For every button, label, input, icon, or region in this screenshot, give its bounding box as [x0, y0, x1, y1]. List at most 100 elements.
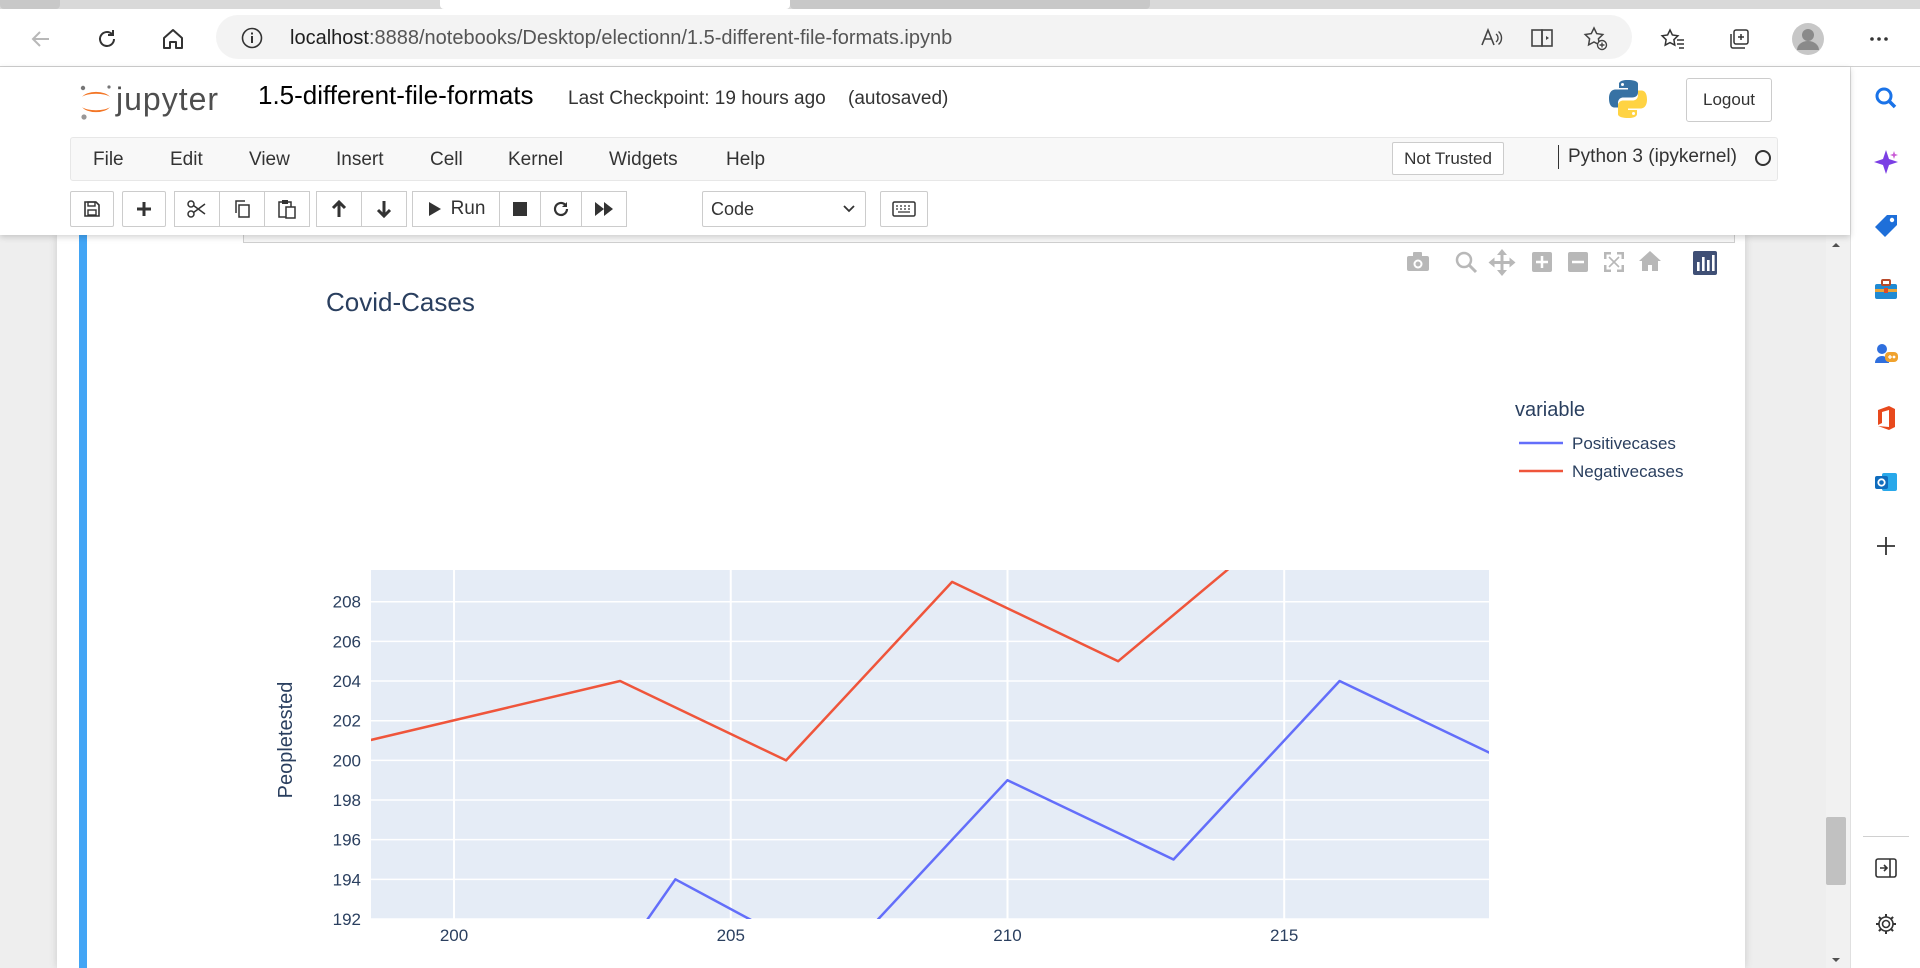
favorite-add-icon[interactable] — [1582, 25, 1608, 51]
favorites-icon[interactable] — [1656, 22, 1690, 56]
y-tick-label: 192 — [333, 910, 361, 929]
zoom-icon[interactable] — [1455, 251, 1478, 274]
fast-forward-button[interactable] — [581, 191, 627, 227]
zoom-in-icon[interactable] — [1532, 252, 1552, 272]
insert-cell-button[interactable] — [122, 191, 166, 227]
menu-bar: File Edit View Insert Cell Kernel Widget… — [70, 137, 1778, 181]
notebook-panel: Covid-Cases 192 194 196 198 200 202 204 206 208 2… — [57, 235, 1745, 968]
y-tick-label: 198 — [333, 791, 361, 810]
legend-item-positive[interactable]: Positivecases — [1519, 434, 1676, 453]
sidebar-settings-gear-icon[interactable] — [1871, 909, 1901, 939]
profile-avatar[interactable] — [1791, 22, 1825, 56]
interrupt-button[interactable] — [499, 191, 541, 227]
site-info-icon[interactable] — [240, 26, 264, 55]
y-tick-label: 196 — [333, 831, 361, 850]
scrollbar-thumb[interactable] — [1826, 817, 1846, 885]
office-icon[interactable] — [1871, 403, 1901, 433]
shopping-tag-icon[interactable] — [1871, 211, 1901, 241]
scroll-down-icon[interactable] — [1826, 954, 1846, 966]
plotly-logo-icon[interactable] — [1693, 251, 1717, 275]
notebook-name[interactable]: 1.5-different-file-formats — [258, 80, 534, 111]
collections-icon[interactable] — [1722, 22, 1756, 56]
camera-icon[interactable] — [1407, 252, 1429, 271]
plotly-chart[interactable]: Covid-Cases 192 194 196 198 200 202 204 206 208 2… — [57, 235, 1745, 968]
move-up-button[interactable] — [316, 191, 362, 227]
paste-icon — [278, 200, 296, 219]
checkpoint-status: Last Checkpoint: 19 hours ago — [568, 88, 826, 109]
x-tick-label: 210 — [993, 926, 1021, 945]
menu-edit[interactable]: Edit — [170, 149, 203, 171]
save-icon — [84, 201, 100, 217]
plot-background — [371, 570, 1489, 919]
pan-icon[interactable] — [1488, 249, 1516, 276]
paste-button[interactable] — [264, 191, 310, 227]
menu-insert[interactable]: Insert — [336, 149, 384, 171]
url-text[interactable]: localhost:8888/notebooks/Desktop/electio… — [290, 27, 952, 50]
page-scrollbar[interactable] — [1826, 235, 1850, 968]
jupyter-logo-icon — [80, 85, 111, 120]
legend-title: variable — [1515, 399, 1585, 421]
autoscale-icon[interactable] — [1604, 252, 1624, 272]
kernel-status-indicator — [1755, 150, 1771, 166]
tools-briefcase-icon[interactable] — [1871, 275, 1901, 305]
restart-button[interactable] — [540, 191, 582, 227]
menu-cell[interactable]: Cell — [430, 149, 463, 171]
add-sidebar-app-icon[interactable] — [1871, 531, 1901, 561]
logout-button[interactable]: Logout — [1686, 78, 1772, 122]
autosave-status: (autosaved) — [848, 88, 949, 109]
kernel-name[interactable]: Python 3 (ipykernel) — [1568, 146, 1737, 168]
sidebar-divider — [1863, 836, 1909, 837]
command-palette-button[interactable] — [880, 191, 928, 227]
x-tick-label: 200 — [440, 926, 468, 945]
cell-type-select[interactable]: Code — [702, 191, 866, 227]
restart-icon — [553, 201, 569, 217]
hide-sidebar-icon[interactable] — [1871, 853, 1901, 883]
outlook-icon[interactable] — [1871, 467, 1901, 497]
tab-left[interactable] — [0, 0, 60, 9]
back-icon[interactable] — [24, 22, 58, 56]
chevron-down-icon — [843, 205, 855, 213]
move-down-button[interactable] — [361, 191, 407, 227]
menu-kernel[interactable]: Kernel — [508, 149, 563, 171]
kernel-separator — [1558, 145, 1559, 169]
y-tick-label: 200 — [333, 751, 361, 770]
copy-button[interactable] — [219, 191, 265, 227]
menu-widgets[interactable]: Widgets — [609, 149, 678, 171]
run-button[interactable]: Run — [412, 191, 500, 227]
menu-help[interactable]: Help — [726, 149, 765, 171]
chart-title: Covid-Cases — [326, 287, 475, 317]
refresh-icon[interactable] — [90, 22, 124, 56]
tab-right[interactable] — [790, 0, 1150, 9]
home-reset-icon[interactable] — [1639, 251, 1661, 271]
scroll-up-icon[interactable] — [1826, 239, 1846, 251]
legend-label-negative: Negativecases — [1572, 462, 1684, 481]
games-icon[interactable] — [1871, 339, 1901, 369]
cut-button[interactable] — [174, 191, 220, 227]
edge-sidebar — [1850, 67, 1920, 968]
immersive-reader-icon[interactable] — [1530, 25, 1556, 51]
menu-view[interactable]: View — [249, 149, 290, 171]
jupyter-header: jupyter 1.5-different-file-formats Last … — [0, 67, 1850, 235]
keyboard-icon — [892, 201, 916, 217]
address-bar[interactable]: localhost:8888/notebooks/Desktop/electio… — [216, 15, 1632, 59]
zoom-out-icon[interactable] — [1568, 252, 1588, 272]
menu-file[interactable]: File — [93, 149, 124, 171]
play-icon — [428, 202, 441, 216]
search-icon[interactable] — [1871, 83, 1901, 113]
tab-active[interactable] — [440, 0, 790, 9]
more-icon[interactable] — [1862, 22, 1896, 56]
arrow-down-icon — [376, 201, 392, 219]
legend-item-negative[interactable]: Negativecases — [1519, 462, 1684, 481]
x-tick-label: 205 — [717, 926, 745, 945]
copy-icon — [235, 200, 250, 218]
plot-area: 192 194 196 198 200 202 204 206 208 200 205 210 215 — [333, 570, 1489, 945]
read-aloud-icon[interactable] — [1478, 25, 1504, 51]
home-icon[interactable] — [156, 22, 190, 56]
run-label: Run — [450, 198, 486, 219]
trust-button[interactable]: Not Trusted — [1392, 142, 1504, 175]
python-logo-icon — [1609, 80, 1647, 118]
jupyter-logo[interactable]: jupyter — [76, 79, 236, 123]
save-button[interactable] — [70, 191, 114, 227]
copilot-icon[interactable] — [1871, 147, 1901, 177]
y-tick-label: 208 — [333, 593, 361, 612]
